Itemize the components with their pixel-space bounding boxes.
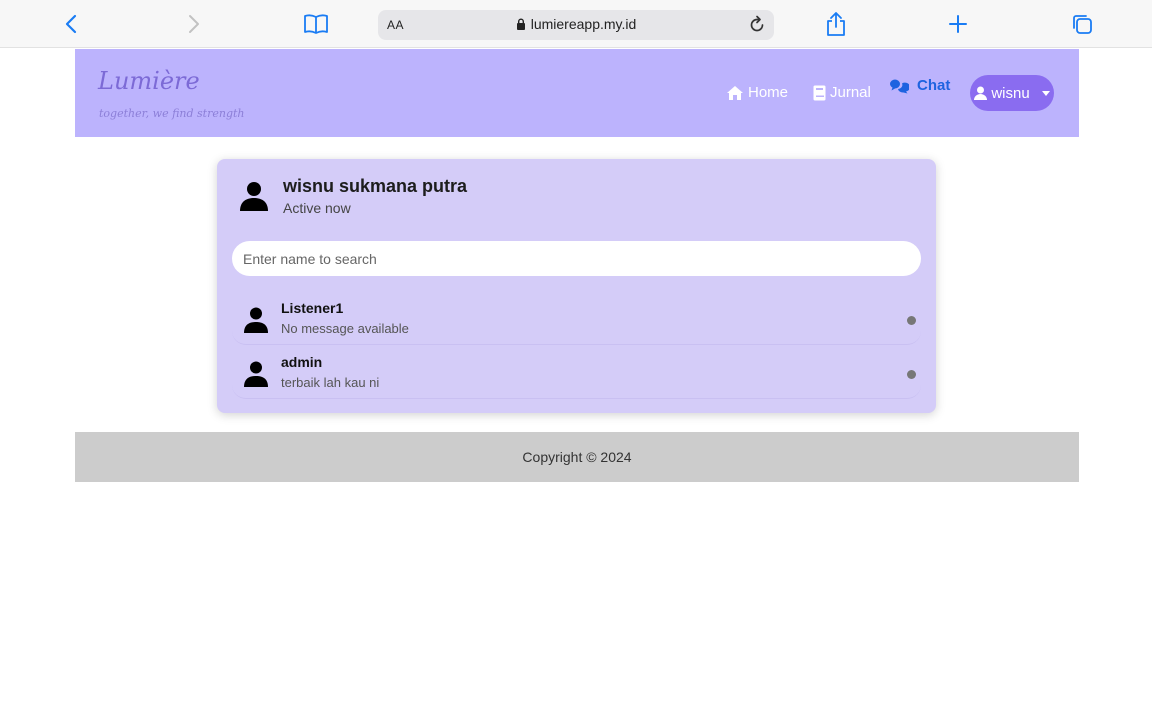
chat-icon — [890, 79, 909, 93]
footer: Copyright © 2024 — [75, 432, 1079, 482]
forward-icon[interactable] — [180, 10, 208, 38]
nav-chat[interactable]: Chat — [889, 77, 950, 94]
list-item[interactable]: admin terbaik lah kau ni — [232, 347, 921, 399]
book-icon — [813, 85, 826, 100]
nav-home[interactable]: Home — [726, 84, 788, 101]
back-icon[interactable] — [57, 10, 85, 38]
home-icon — [727, 85, 743, 100]
brand-logo[interactable]: Lumière — [98, 67, 200, 95]
current-user-status: Active now — [283, 200, 351, 216]
tabs-icon[interactable] — [1068, 10, 1096, 38]
brand-tagline: together, we find strength — [99, 107, 245, 120]
last-message: No message available — [281, 321, 409, 336]
avatar — [244, 361, 268, 387]
user-name: admin — [281, 354, 323, 370]
bookmarks-icon[interactable] — [302, 10, 330, 38]
reload-icon[interactable] — [746, 14, 768, 36]
search-input[interactable] — [232, 241, 921, 276]
user-menu-button[interactable]: wisnu — [970, 75, 1054, 111]
address-bar[interactable]: AA lumiereapp.my.id — [378, 10, 774, 40]
user-menu-label: wisnu — [991, 84, 1030, 102]
browser-toolbar: AA lumiereapp.my.id — [0, 0, 1152, 48]
lock-icon — [516, 18, 525, 30]
status-dot-icon — [907, 316, 916, 325]
app-header: Lumière together, we find strength Home … — [75, 49, 1079, 137]
nav-home-label: Home — [748, 84, 789, 101]
avatar — [244, 307, 268, 333]
avatar — [240, 182, 268, 211]
chevron-down-icon — [1041, 90, 1050, 96]
list-item[interactable]: Listener1 No message available — [232, 293, 921, 345]
share-icon[interactable] — [822, 10, 850, 38]
nav-jurnal[interactable]: Jurnal — [813, 84, 871, 101]
url-text: lumiereapp.my.id — [530, 16, 637, 32]
current-user-name: wisnu sukmana putra — [283, 176, 468, 196]
chat-users-panel: wisnu sukmana putra Active now Listener1… — [217, 159, 936, 413]
status-dot-icon — [907, 370, 916, 379]
nav-chat-label: Chat — [917, 77, 951, 94]
last-message: terbaik lah kau ni — [281, 375, 380, 390]
new-tab-icon[interactable] — [944, 10, 972, 38]
user-icon — [974, 86, 988, 100]
nav-jurnal-label: Jurnal — [830, 84, 871, 101]
copyright-text: Copyright © 2024 — [522, 449, 632, 465]
user-name: Listener1 — [281, 300, 344, 316]
